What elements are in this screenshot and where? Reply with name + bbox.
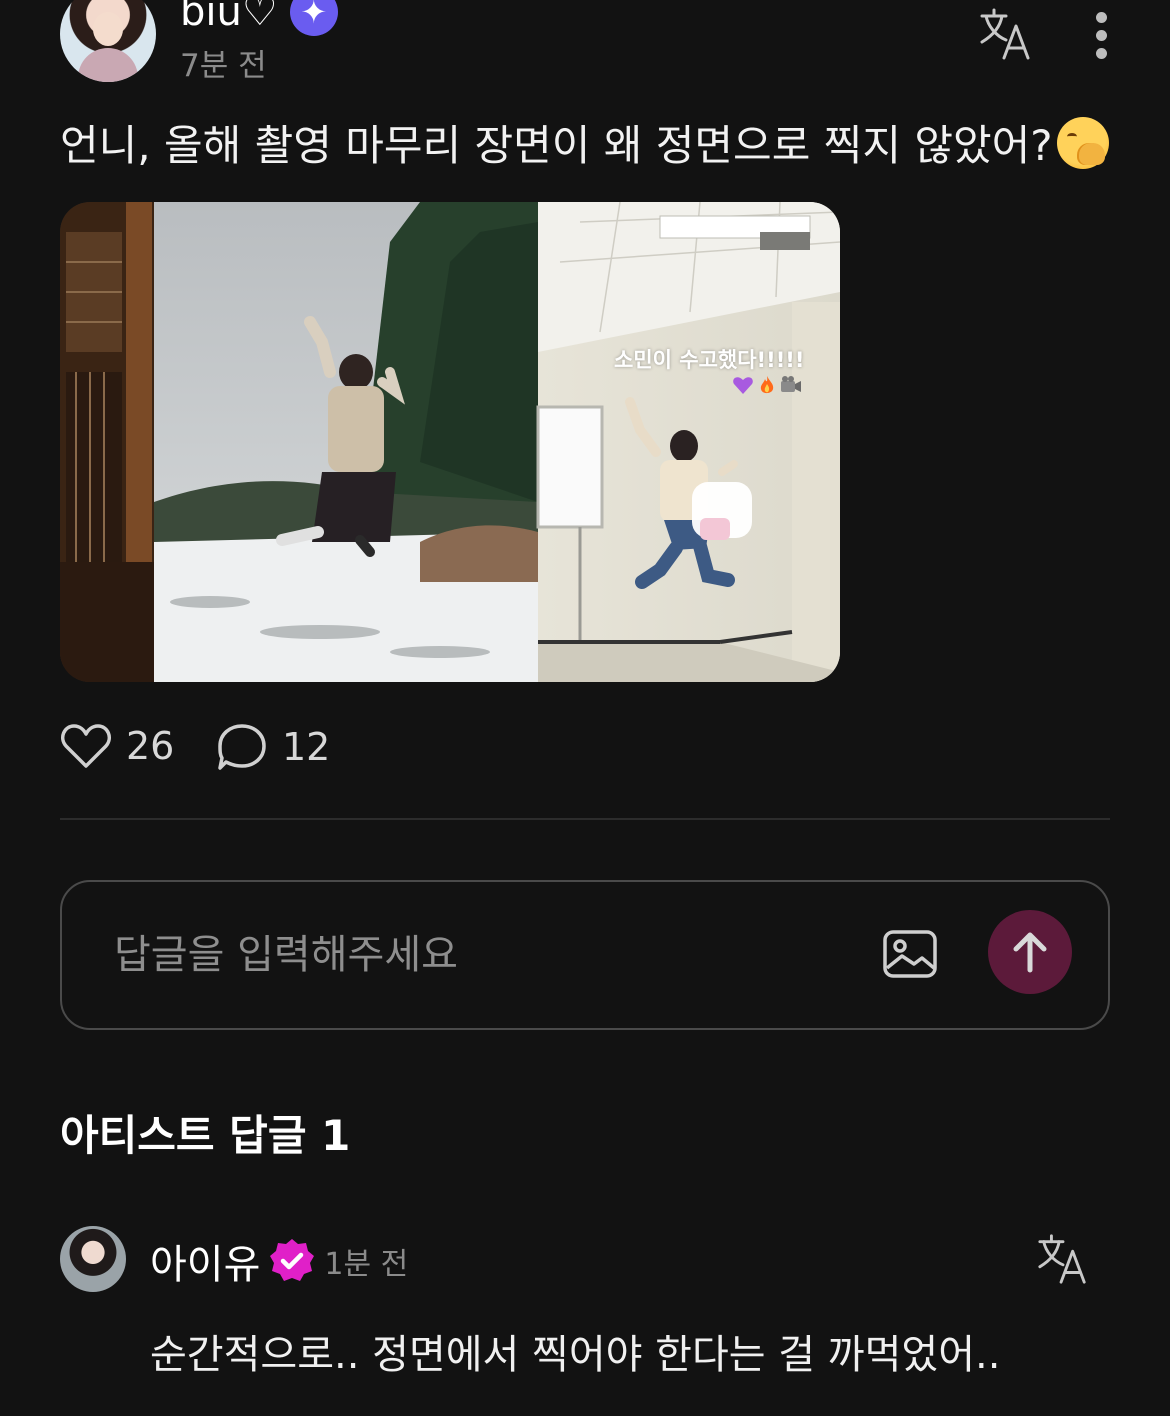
- post-timestamp: 7분 전: [180, 48, 267, 84]
- image-icon[interactable]: [882, 926, 938, 982]
- post-author-name[interactable]: biu♡: [180, 0, 278, 35]
- photo-collage: [60, 202, 840, 682]
- reply-author-row: 아이유 1분 전: [150, 1232, 408, 1290]
- verified-badge-icon: [270, 1239, 315, 1281]
- avatar-outfit: [78, 48, 138, 82]
- video-camera-icon: [780, 374, 802, 396]
- send-button[interactable]: [988, 910, 1072, 994]
- post-image[interactable]: 소민이 수고했다!!!!!: [60, 202, 840, 682]
- artist-replies-title: 아티스트 답글 1: [60, 1111, 351, 1160]
- star-badge-icon: ✦: [289, 0, 338, 36]
- reply-input[interactable]: [112, 924, 836, 986]
- caption-emojis: [732, 374, 802, 396]
- fire-icon: [756, 374, 778, 396]
- like-stat[interactable]: 26: [60, 722, 174, 770]
- comment-count: 12: [282, 725, 331, 769]
- reply-timestamp: 1분 전: [324, 1247, 409, 1282]
- translate-icon[interactable]: [978, 6, 1034, 62]
- more-options-icon[interactable]: [1086, 10, 1118, 60]
- reply-author-name[interactable]: 아이유: [150, 1232, 260, 1290]
- post-author-avatar[interactable]: [60, 0, 156, 82]
- face-with-hand-over-mouth-emoji-icon: [1056, 116, 1109, 169]
- send-arrow-icon: [1013, 932, 1047, 973]
- post-body: 언니, 올해 촬영 마무리 장면이 왜 정면으로 찍지 않았어?: [60, 112, 1109, 173]
- divider: [60, 818, 1110, 820]
- image-caption: 소민이 수고했다!!!!!: [614, 348, 805, 372]
- reply-author-avatar[interactable]: [60, 1226, 126, 1292]
- reply-text: 순간적으로.. 정면에서 찍어야 한다는 걸 까먹었어..: [150, 1332, 1001, 1378]
- purple-heart-icon: [732, 374, 754, 396]
- comment-icon[interactable]: [216, 722, 268, 772]
- post-author-row: biu♡ ✦: [180, 0, 338, 36]
- comment-stat[interactable]: 12: [216, 722, 330, 772]
- post-text: 언니, 올해 촬영 마무리 장면이 왜 정면으로 찍지 않았어?: [60, 121, 1053, 170]
- avatar-face: [93, 12, 123, 46]
- like-count: 26: [126, 724, 175, 768]
- translate-icon[interactable]: [1036, 1232, 1090, 1286]
- thread-page: biu♡ ✦ 7분 전 언니, 올해 촬영 마무리 장면이 왜 정면으로 찍지 …: [0, 0, 1170, 1416]
- reply-composer: [60, 880, 1110, 1030]
- heart-icon[interactable]: [60, 722, 112, 770]
